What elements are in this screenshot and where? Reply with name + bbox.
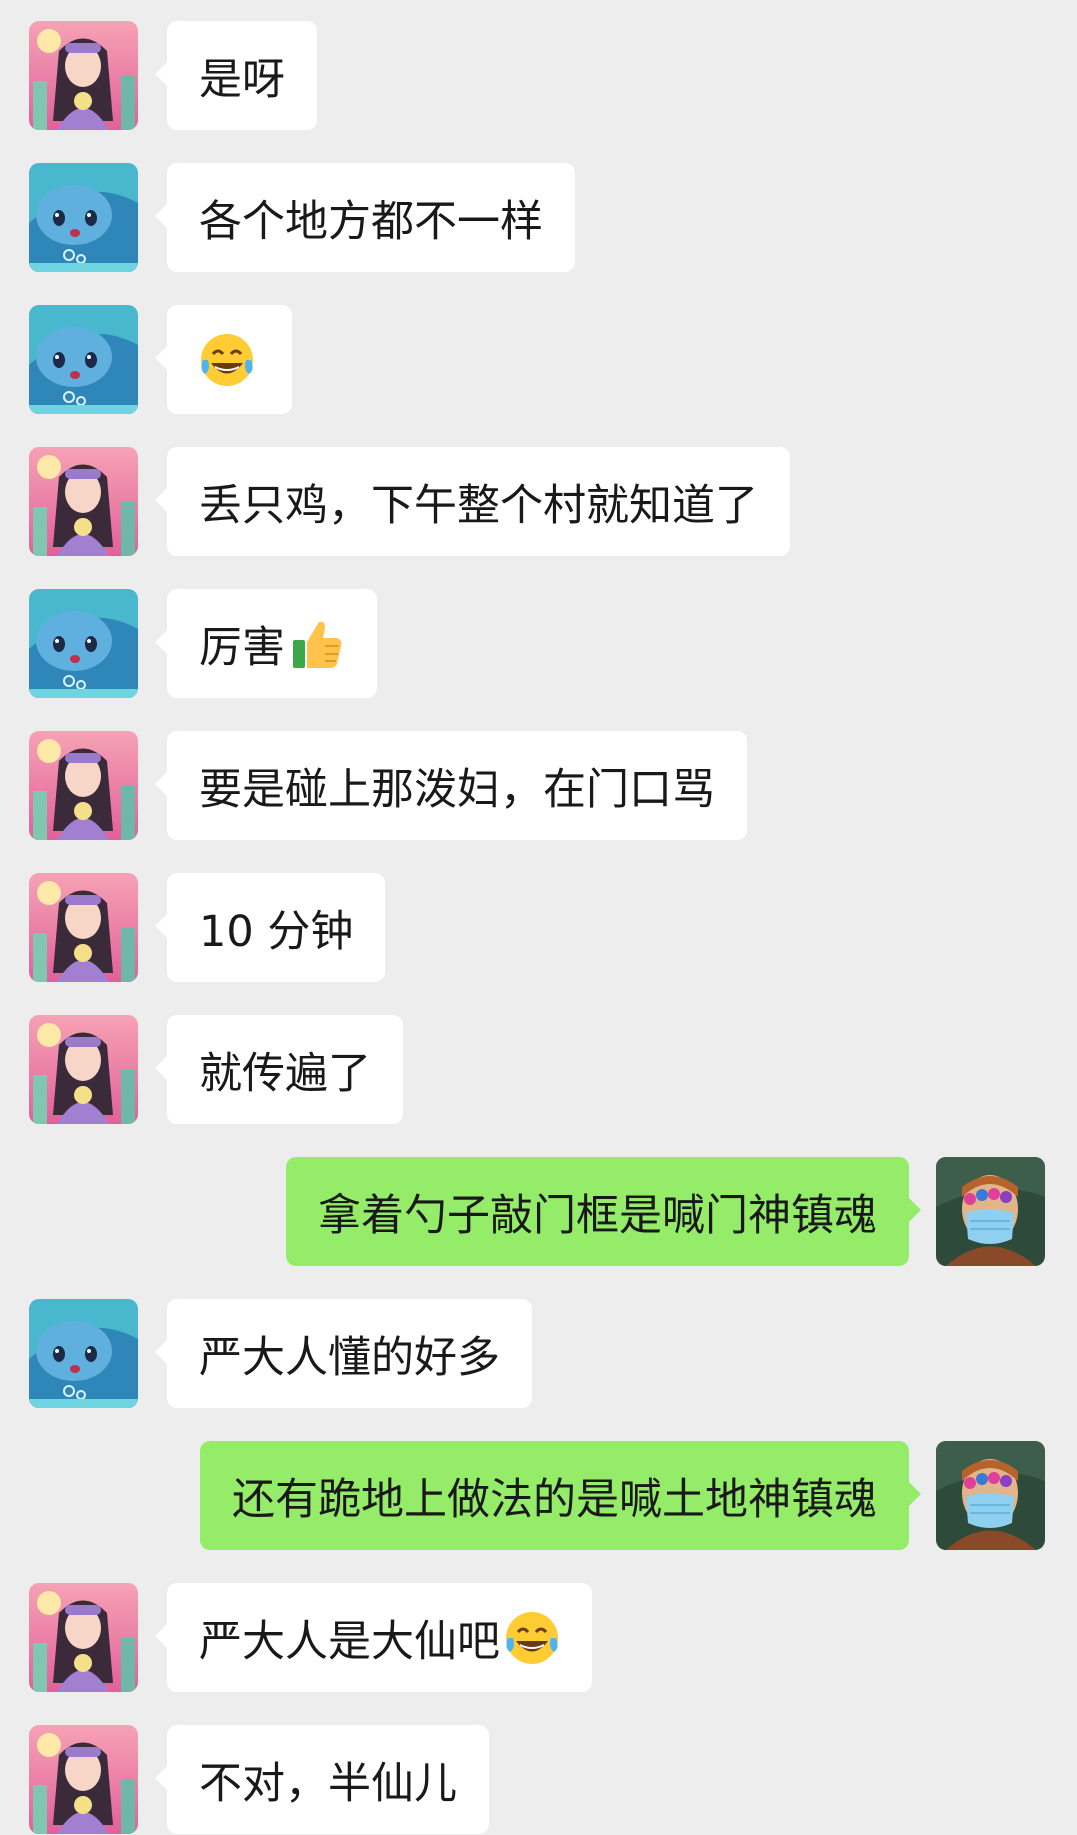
message-bubble[interactable]: 厉害 [155,589,377,698]
message-bubble[interactable]: 严大人懂的好多 [155,1299,532,1408]
masked-portrait-avatar-icon [936,1441,1045,1550]
message-text: 10 分钟 [199,906,354,957]
message-bubble[interactable]: 丢只鸡，下午整个村就知道了 [155,447,790,556]
message-row: 不对，半仙儿 [0,1725,1077,1835]
whale-avatar-icon [29,163,138,272]
message-bubble[interactable]: 严大人是大仙吧 [155,1583,592,1692]
message-bubble[interactable]: 拿着勺子敲门框是喊门神镇魂 [286,1157,921,1266]
girl-avatar-icon [29,1015,138,1124]
message-bubble[interactable]: 还有跪地上做法的是喊土地神镇魂 [200,1441,921,1550]
avatar-me[interactable] [936,1441,1045,1550]
avatar-whale[interactable] [29,163,138,272]
tears-of-joy-emoji-icon [504,1610,560,1666]
avatar-me[interactable] [936,1157,1045,1266]
thumbs-up-emoji-icon [289,616,345,672]
message-text: 是呀 [199,54,285,105]
masked-portrait-avatar-icon [936,1157,1045,1266]
message-bubble[interactable]: 10 分钟 [154,873,386,982]
message-text: 严大人懂的好多 [199,1332,500,1383]
tears-of-joy-emoji-icon [199,332,255,388]
avatar-whale[interactable] [29,305,138,414]
whale-avatar-icon [29,589,138,698]
chat-message-list[interactable]: 是呀 各个地方都不一样 丢只鸡，下午整个村就知道了 厉害 要是碰上那泼妇，在门口… [0,0,1077,1834]
avatar-girl[interactable] [29,1015,138,1124]
avatar-girl[interactable] [29,873,138,982]
message-row: 还有跪地上做法的是喊土地神镇魂 [0,1441,1077,1551]
avatar-girl[interactable] [29,447,138,556]
whale-avatar-icon [29,1299,138,1408]
message-row [0,305,1077,415]
message-text: 要是碰上那泼妇，在门口骂 [199,764,715,815]
message-bubble[interactable] [155,305,292,414]
girl-avatar-icon [29,21,138,130]
message-row: 厉害 [0,589,1077,699]
avatar-whale[interactable] [29,1299,138,1408]
message-text: 还有跪地上做法的是喊土地神镇魂 [232,1474,877,1525]
avatar-girl[interactable] [29,21,138,130]
message-text: 厉害 [199,622,285,673]
message-text: 拿着勺子敲门框是喊门神镇魂 [318,1190,877,1241]
message-text: 丢只鸡，下午整个村就知道了 [199,480,758,531]
message-bubble[interactable]: 要是碰上那泼妇，在门口骂 [155,731,747,840]
message-row: 拿着勺子敲门框是喊门神镇魂 [0,1157,1077,1267]
message-bubble[interactable]: 是呀 [155,21,317,130]
avatar-whale[interactable] [29,589,138,698]
message-row: 10 分钟 [0,873,1077,983]
girl-avatar-icon [29,873,138,982]
avatar-girl[interactable] [29,1725,138,1834]
whale-avatar-icon [29,305,138,414]
message-bubble[interactable]: 就传遍了 [155,1015,403,1124]
message-row: 要是碰上那泼妇，在门口骂 [0,731,1077,841]
girl-avatar-icon [29,1583,138,1692]
message-row: 各个地方都不一样 [0,163,1077,273]
message-bubble[interactable]: 不对，半仙儿 [155,1725,489,1834]
message-row: 严大人懂的好多 [0,1299,1077,1409]
girl-avatar-icon [29,447,138,556]
avatar-girl[interactable] [29,731,138,840]
message-row: 严大人是大仙吧 [0,1583,1077,1693]
message-bubble[interactable]: 各个地方都不一样 [155,163,575,272]
girl-avatar-icon [29,731,138,840]
message-text: 严大人是大仙吧 [199,1616,500,1667]
girl-avatar-icon [29,1725,138,1834]
message-row: 就传遍了 [0,1015,1077,1125]
message-text: 就传遍了 [199,1048,371,1099]
message-text: 不对，半仙儿 [199,1758,457,1809]
avatar-girl[interactable] [29,1583,138,1692]
message-row: 丢只鸡，下午整个村就知道了 [0,447,1077,557]
message-text: 各个地方都不一样 [199,196,543,247]
message-row: 是呀 [0,21,1077,131]
